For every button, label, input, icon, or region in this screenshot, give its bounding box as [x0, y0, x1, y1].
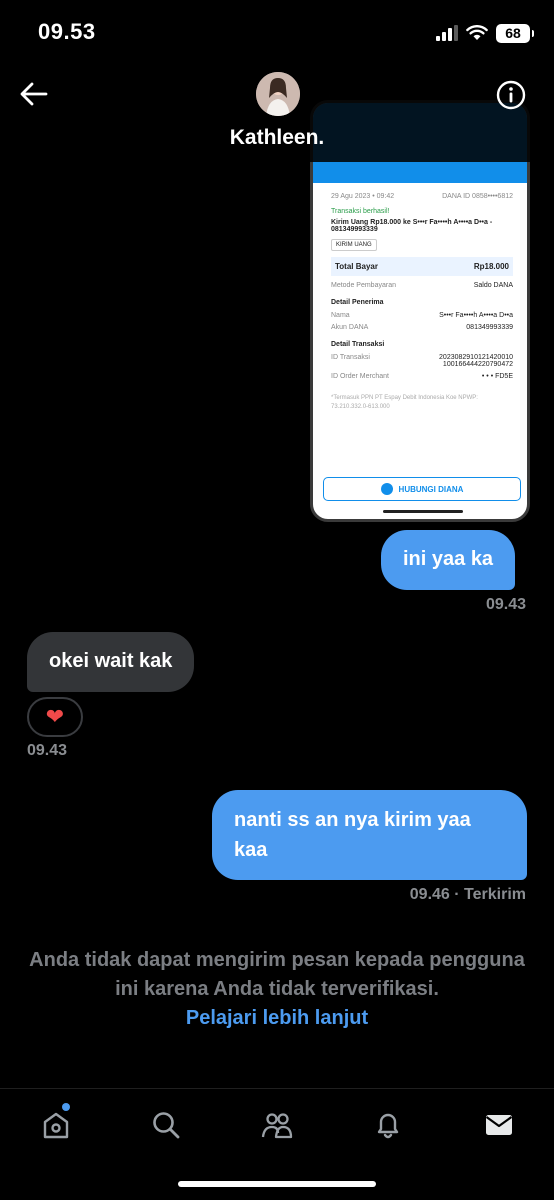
status-time: 09.53: [38, 19, 96, 44]
search-icon: [153, 1112, 180, 1139]
avatar[interactable]: [256, 72, 300, 116]
tab-home[interactable]: [36, 1107, 76, 1143]
receipt-recipient-title: Detail Penerima: [331, 299, 384, 306]
unverified-notice: Anda tidak dapat mengirim pesan kepada p…: [0, 946, 554, 1033]
tab-search[interactable]: [146, 1107, 186, 1143]
receipt-total: Total Bayar Rp18.000: [331, 257, 513, 276]
contact-name[interactable]: Kathleen.: [0, 126, 554, 150]
notice-text: Anda tidak dapat mengirim pesan kepada p…: [29, 949, 525, 1000]
receipt-home-bar: [383, 510, 463, 513]
headset-icon: [380, 483, 393, 495]
receipt-merchant-row: ID Order Merchant • • • FD5E: [331, 373, 513, 380]
status-icons: 68: [436, 22, 534, 44]
receipt-description: Kirim Uang Rp18.000 ke S•••r Fa••••h A••…: [331, 219, 493, 233]
home-indicator: [178, 1181, 376, 1187]
info-icon[interactable]: [496, 80, 526, 110]
receipt-tag: KIRIM UANG: [331, 239, 377, 251]
receipt-account-row: Akun DANA 081349993339: [331, 324, 513, 331]
heart-reaction-icon[interactable]: ❤: [27, 697, 83, 737]
tab-communities[interactable]: [257, 1107, 297, 1143]
message-time: 09.43: [485, 596, 526, 613]
receipt-txid-row: ID Transaksi 2023082910121420010 1001664…: [331, 354, 513, 368]
communities-icon: [261, 1113, 293, 1139]
message-bubble-sent[interactable]: nanti ss an nya kirim yaa kaa: [212, 790, 527, 880]
tab-messages[interactable]: [479, 1107, 519, 1143]
tab-notifications[interactable]: [368, 1107, 408, 1143]
conversation-header: Kathleen.: [0, 66, 554, 162]
back-arrow-icon[interactable]: [18, 80, 50, 108]
message-time: 09.43: [27, 742, 68, 759]
receipt-status: Transaksi berhasil!: [331, 208, 390, 215]
receipt-transaction-title: Detail Transaksi: [331, 341, 385, 348]
message-bubble-sent[interactable]: ini yaa ka: [381, 530, 516, 590]
home-icon: [43, 1112, 69, 1139]
notifications-icon: [377, 1113, 399, 1139]
message-time-status: 09.46 · Terkirim: [409, 886, 526, 903]
status-bar: 09.53 68: [0, 0, 554, 66]
battery-icon: 68: [496, 23, 534, 43]
image-message[interactable]: 29 Agu 2023 • 09:42 DANA ID 0858••••6812…: [310, 100, 530, 522]
receipt-dana-id: DANA ID 0858••••6812: [442, 193, 513, 200]
learn-more-link[interactable]: Pelajari lebih lanjut: [0, 1004, 554, 1033]
receipt-card: 29 Agu 2023 • 09:42 DANA ID 0858••••6812…: [323, 183, 521, 483]
receipt-method: Metode Pembayaran Saldo DANA: [331, 282, 513, 289]
receipt-name-row: Nama S•••r Fa••••h A••••a D••a: [331, 312, 513, 319]
receipt-contact-button: HUBUNGI DIANA: [323, 477, 521, 501]
receipt-footer: *Termasuk PPN PT Espay Debit Indonesia K…: [331, 395, 478, 410]
messages-icon: [485, 1115, 513, 1135]
signal-icon: [436, 25, 458, 41]
message-bubble-received[interactable]: okei wait kak: [27, 632, 195, 692]
receipt-date: 29 Agu 2023 • 09:42: [331, 193, 395, 200]
wifi-icon: [466, 25, 488, 40]
